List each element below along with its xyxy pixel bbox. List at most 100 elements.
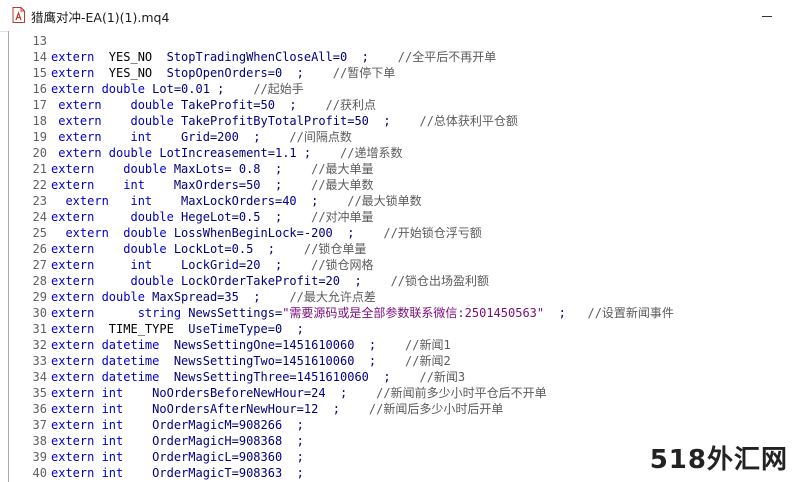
code-text: extern datetime NewsSettingOne=145161006… xyxy=(51,337,451,353)
code-token: extern double xyxy=(51,98,182,112)
code-token: TakeProfit=50 ; xyxy=(181,98,326,112)
code-token: extern datetime xyxy=(51,338,174,352)
code-token: extern xyxy=(51,322,109,336)
line-number: 40 xyxy=(32,466,47,480)
code-token: OrderMagicH=908368 ; xyxy=(152,434,304,448)
code-comment: //最大单数 xyxy=(311,178,374,192)
line-number: 33 xyxy=(32,354,47,368)
code-comment: //锁仓出场盈利额 xyxy=(390,274,490,288)
code-comment: //开始锁仓浮亏额 xyxy=(383,226,482,240)
code-text: extern double LotIncreasement=1.1 ; //递增… xyxy=(51,145,402,161)
code-text: extern datetime NewsSettingTwo=145161006… xyxy=(51,353,451,369)
code-token: extern int xyxy=(51,386,153,400)
code-comment: //总体获利平仓额 xyxy=(419,114,518,128)
line-number: 21 xyxy=(32,162,47,176)
code-text: extern YES_NO StopOpenOrders=0 ; //暂停下单 xyxy=(51,65,395,81)
code-token: MaxLockOrders=40 ; xyxy=(181,194,348,208)
code-text: extern double LockOrderTakeProfit=20 ; /… xyxy=(51,273,489,289)
line-number: 29 xyxy=(32,290,47,304)
code-token: LossWhenBeginLock=-200 ; xyxy=(173,226,384,240)
line-number: 32 xyxy=(32,338,47,352)
code-token: extern double xyxy=(51,162,174,176)
line-number: 22 xyxy=(32,178,47,192)
line-number: 34 xyxy=(32,370,47,384)
code-comment: //起始手 xyxy=(253,82,304,96)
code-token: extern double xyxy=(51,82,153,96)
line-number: 14 xyxy=(32,50,47,64)
code-token: extern int xyxy=(51,450,153,464)
code-token: NoOrdersAfterNewHour=12 ; xyxy=(152,402,369,416)
code-token: TakeProfitByTotalProfit=50 ; xyxy=(181,114,420,128)
code-token: YES_NO xyxy=(108,66,167,80)
code-token: extern double xyxy=(51,114,182,128)
code-comment: //递增系数 xyxy=(340,146,403,160)
code-token: OrderMagicL=908360 ; xyxy=(152,450,304,464)
code-text: extern string NewsSettings="需要源码或是全部参数联系… xyxy=(51,305,674,321)
code-token: TIME_TYPE xyxy=(108,322,189,336)
code-token: extern int xyxy=(51,418,153,432)
line-number: 23 xyxy=(32,194,47,208)
window-title: 猎鹰对冲-EA(1)(1).mq4 xyxy=(31,10,170,25)
code-token: NewsSettingThree=1451610060 ; xyxy=(173,370,420,384)
code-token: LotIncreasement=1.1 ; xyxy=(159,146,340,160)
code-token: extern int xyxy=(51,402,153,416)
code-token: OrderMagicT=908363 ; xyxy=(152,466,304,480)
code-token: YES_NO xyxy=(108,50,167,64)
mq4-file-icon xyxy=(12,7,25,23)
code-token: extern datetime xyxy=(51,354,174,368)
code-editor[interactable]: 13 14 extern YES_NO StopTradingWhenCloseAl… xyxy=(8,31,796,482)
code-text: extern double TakeProfit=50 ; //获利点 xyxy=(51,97,376,113)
code-token: extern string xyxy=(51,306,189,320)
code-text: extern double LossWhenBeginLock=-200 ; /… xyxy=(51,225,482,241)
code-token: NewsSettings= xyxy=(188,306,283,320)
code-token: Lot=0.01 ; xyxy=(152,82,254,96)
code-token: NewsSettingTwo=1451610060 ; xyxy=(173,354,406,368)
line-number: 37 xyxy=(32,418,47,432)
code-text: extern int OrderMagicT=908363 ; xyxy=(51,465,304,481)
code-text: extern int OrderMagicL=908360 ; xyxy=(51,449,304,465)
code-text: extern datetime NewsSettingThree=1451610… xyxy=(51,369,465,385)
line-number: 26 xyxy=(32,242,47,256)
minimize-button[interactable] xyxy=(757,6,777,24)
code-text: extern int OrderMagicH=908368 ; xyxy=(51,433,304,449)
code-token: extern xyxy=(51,50,109,64)
code-text: extern int NoOrdersBeforeNewHour=24 ; //… xyxy=(51,385,547,401)
code-token: extern double xyxy=(51,242,174,256)
code-text: extern TIME_TYPE UseTimeType=0 ; xyxy=(51,321,304,337)
code-text: extern double HegeLot=0.5 ; //对冲单量 xyxy=(51,209,374,225)
code-comment: //新闻1 xyxy=(405,338,451,352)
code-token: MaxOrders=50 ; xyxy=(173,178,312,192)
code-token: extern datetime xyxy=(51,370,174,384)
editor-window: 猎鹰对冲-EA(1)(1).mq4 13 14 extern YES_NO Stop… xyxy=(0,0,796,482)
line-number: 39 xyxy=(32,450,47,464)
code-text: extern int LockGrid=20 ; //锁仓网格 xyxy=(51,257,374,273)
minimize-icon xyxy=(762,16,772,17)
code-token: LockGrid=20 ; xyxy=(181,258,312,272)
code-token: NoOrdersBeforeNewHour=24 ; xyxy=(152,386,377,400)
code-token: OrderMagicM=908266 ; xyxy=(152,418,304,432)
site-watermark: 518外汇网 xyxy=(649,445,788,475)
line-number: 24 xyxy=(32,210,47,224)
code-comment: //获利点 xyxy=(325,98,376,112)
code-token: MaxSpread=35 ; xyxy=(152,290,290,304)
code-text: extern double Lot=0.01 ; //起始手 xyxy=(51,81,304,97)
code-token: extern double xyxy=(51,274,182,288)
code-token: extern int xyxy=(51,434,153,448)
line-number: 19 xyxy=(32,130,47,144)
code-token: StopOpenOrders=0 ; xyxy=(166,66,333,80)
code-comment: //最大锁单数 xyxy=(347,194,422,208)
code-token: extern double xyxy=(51,226,174,240)
code-comment: //对冲单量 xyxy=(311,210,374,224)
line-number: 16 xyxy=(32,82,47,96)
code-token: extern int xyxy=(51,258,182,272)
code-comment: //新闻2 xyxy=(405,354,451,368)
code-token: extern xyxy=(51,66,109,80)
code-text: extern int MaxLockOrders=40 ; //最大锁单数 xyxy=(51,193,422,209)
line-number: 13 xyxy=(32,34,47,48)
code-token: LockOrderTakeProfit=20 ; xyxy=(181,274,391,288)
line-number: 15 xyxy=(32,66,47,80)
code-text: extern double TakeProfitByTotalProfit=50… xyxy=(51,113,518,129)
code-comment: //设置新闻事件 xyxy=(587,306,674,320)
code-token: extern int xyxy=(51,194,182,208)
code-comment: //最大允许点差 xyxy=(289,290,376,304)
